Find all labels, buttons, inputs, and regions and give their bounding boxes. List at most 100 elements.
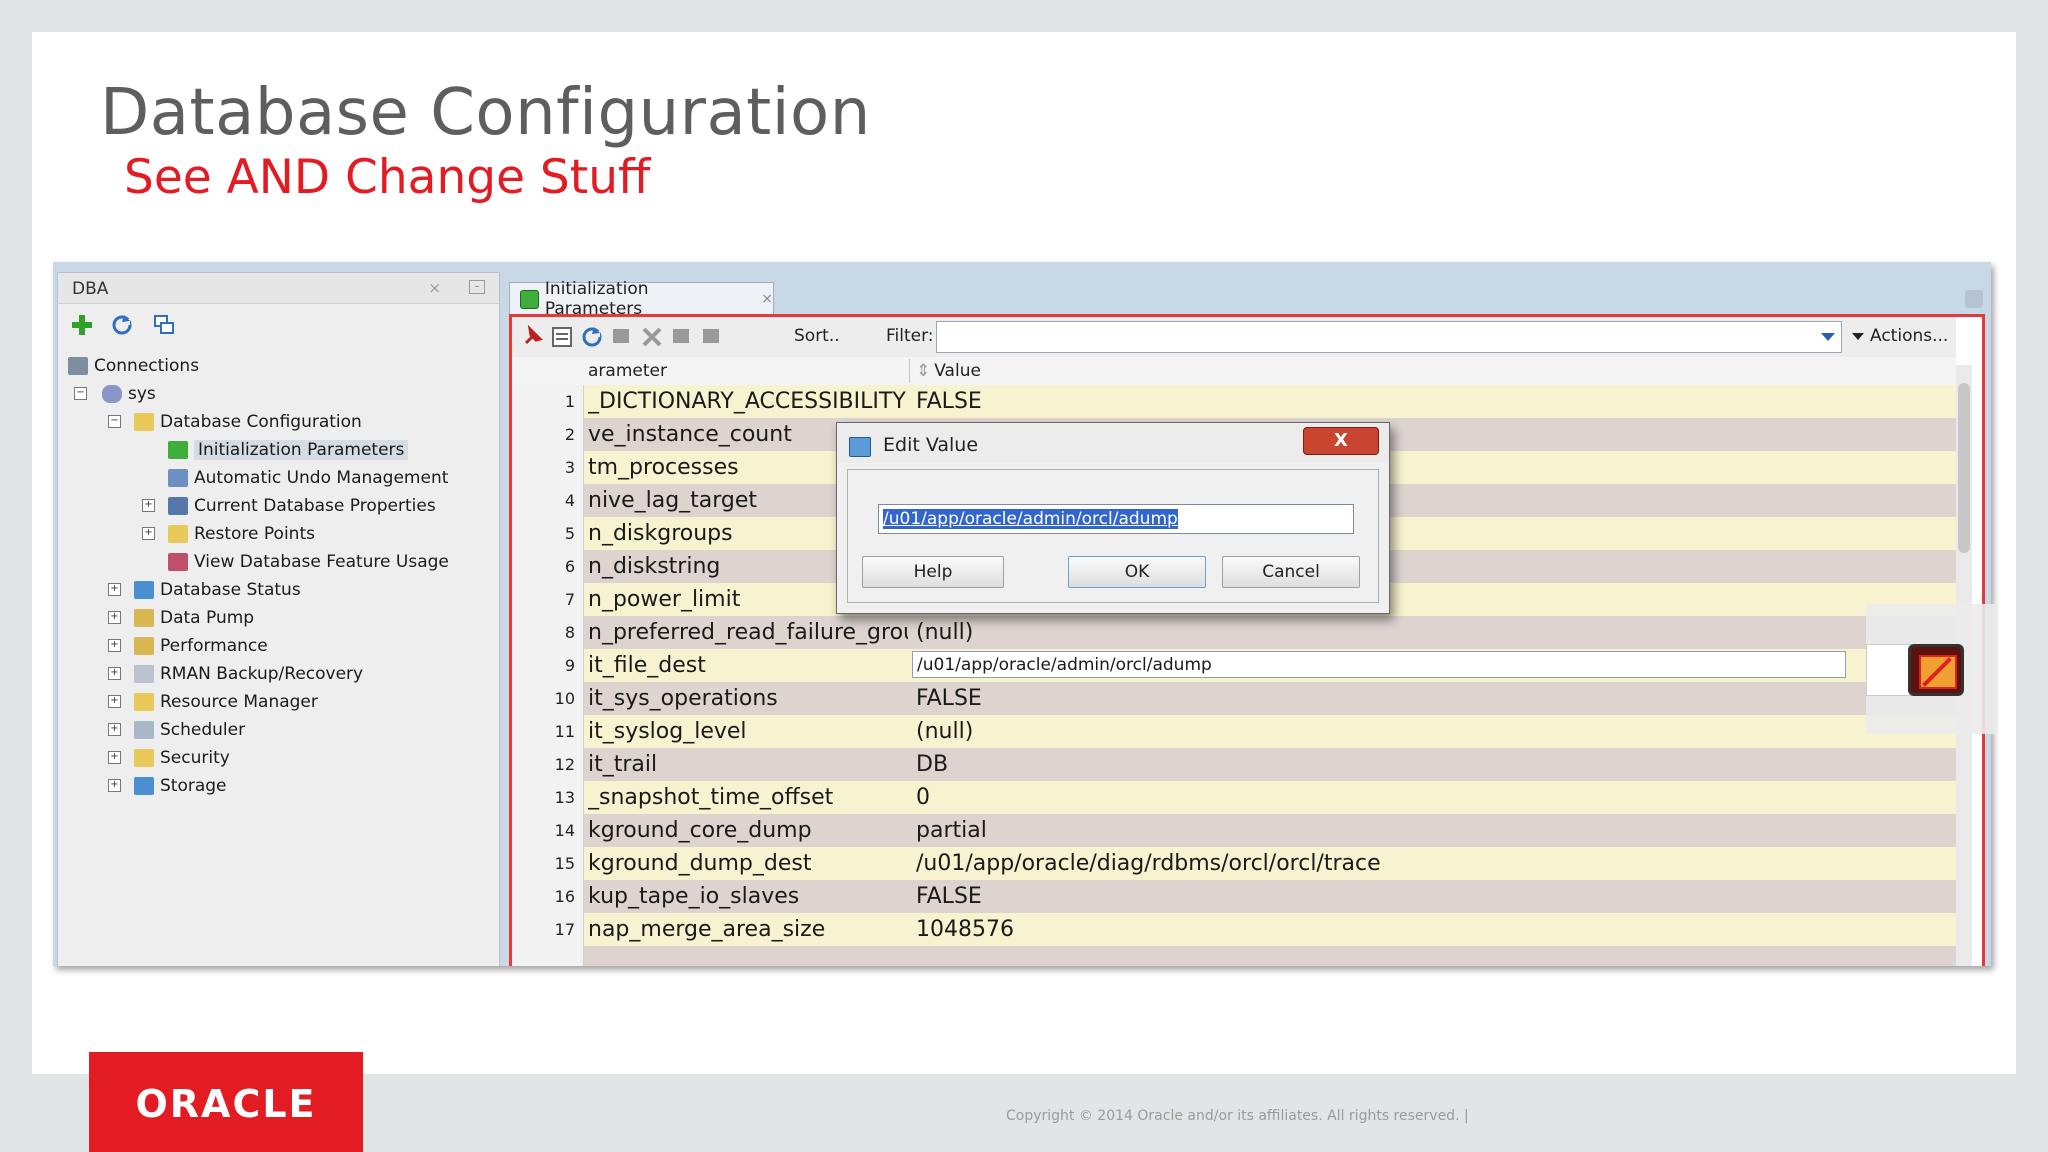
tree-item-data-pump[interactable]: Data Pump xyxy=(134,605,254,631)
close-button[interactable]: X xyxy=(1303,427,1379,455)
scrollbar-thumb[interactable] xyxy=(1958,383,1970,553)
sort-button[interactable]: Sort.. xyxy=(794,326,840,346)
delete-icon[interactable] xyxy=(640,325,664,349)
parameter-value[interactable]: 0 xyxy=(916,785,930,810)
actions-menu[interactable]: Actions... xyxy=(1852,326,1948,346)
close-icon[interactable]: × xyxy=(761,291,773,307)
expand-icon[interactable]: + xyxy=(108,667,121,680)
expand-icon[interactable]: + xyxy=(108,611,121,624)
refresh-icon[interactable] xyxy=(580,325,604,349)
dba-panel-title: DBA xyxy=(72,279,109,299)
rollback-icon[interactable] xyxy=(700,325,724,349)
sql-icon[interactable] xyxy=(550,325,574,349)
collapse-all-icon[interactable] xyxy=(152,313,176,337)
expand-icon[interactable]: + xyxy=(142,499,155,512)
tree-item-view-database-feature-usage[interactable]: View Database Feature Usage xyxy=(168,549,449,575)
expand-icon[interactable]: + xyxy=(108,639,121,652)
help-button[interactable]: Help xyxy=(862,556,1004,588)
dialog-titlebar[interactable]: Edit Value X xyxy=(837,423,1389,463)
tree-item-restore-points[interactable]: Restore Points xyxy=(168,521,315,547)
parameter-name: _snapshot_time_offset xyxy=(588,785,834,810)
tree-item-label: Database Status xyxy=(160,580,301,600)
commit-icon[interactable] xyxy=(670,325,694,349)
parameter-value[interactable]: 1048576 xyxy=(916,917,1014,942)
collapse-icon[interactable]: − xyxy=(108,415,121,428)
expand-icon[interactable]: + xyxy=(108,583,121,596)
expand-icon[interactable]: + xyxy=(108,751,121,764)
table-row[interactable]: 14 kground_core_dump partial xyxy=(512,814,1956,847)
table-row[interactable]: 13 _snapshot_time_offset 0 xyxy=(512,781,1956,814)
oracle-logo: ORACLE xyxy=(89,1052,363,1152)
table-row[interactable]: 16 kup_tape_io_slaves FALSE xyxy=(512,880,1956,913)
table-row-partial[interactable] xyxy=(512,946,1956,966)
status-icon xyxy=(134,581,154,599)
tree-item-current-database-properties[interactable]: Current Database Properties xyxy=(168,493,436,519)
row-number: 9 xyxy=(512,649,584,682)
expand-icon[interactable]: + xyxy=(108,695,121,708)
cancel-button[interactable]: Cancel xyxy=(1222,556,1360,588)
chevron-down-icon[interactable] xyxy=(1821,333,1835,341)
parameter-name: nap_merge_area_size xyxy=(588,917,826,942)
expand-icon[interactable]: + xyxy=(108,723,121,736)
parameter-value[interactable]: DB xyxy=(916,752,948,777)
table-row[interactable]: 1 _DICTIONARY_ACCESSIBILITY FALSE xyxy=(512,385,1956,418)
parameter-value[interactable]: FALSE xyxy=(916,686,982,711)
tree-item-label: View Database Feature Usage xyxy=(194,552,449,572)
tree-item-security[interactable]: Security xyxy=(134,745,230,771)
tree-item-label: Resource Manager xyxy=(160,692,318,712)
expand-icon[interactable]: + xyxy=(142,527,155,540)
edit-value-button[interactable] xyxy=(1908,644,1964,696)
collapse-icon[interactable]: − xyxy=(74,387,87,400)
pin-icon[interactable] xyxy=(520,325,544,349)
table-row[interactable]: 11 it_syslog_level (null) xyxy=(512,715,1956,748)
dialog-title: Edit Value xyxy=(883,434,979,456)
parameter-value[interactable]: partial xyxy=(916,818,987,843)
tree-item-label: sys xyxy=(128,384,156,404)
table-row[interactable]: 15 kground_dump_dest/u01/app/oracle/diag/… xyxy=(512,847,1956,880)
table-row[interactable]: 12 it_trail DB xyxy=(512,748,1956,781)
tree-item-resource-manager[interactable]: Resource Manager xyxy=(134,689,318,715)
edit-icon xyxy=(1919,655,1957,689)
chart-icon xyxy=(168,553,188,571)
tree-item-database-status[interactable]: Database Status xyxy=(134,577,301,603)
parameter-value[interactable]: /u01/app/oracle/diag/rdbms/orcl/orcl/tra… xyxy=(916,851,1381,876)
tree-item-label: Current Database Properties xyxy=(194,496,436,516)
parameter-value[interactable]: (null) xyxy=(916,620,973,645)
column-divider[interactable] xyxy=(909,359,910,383)
parameter-name: it_syslog_level xyxy=(588,719,747,744)
tree-item-rman-backup-recovery[interactable]: RMAN Backup/Recovery xyxy=(134,661,363,687)
tree-item-storage[interactable]: Storage xyxy=(134,773,227,799)
minimize-icon[interactable]: – xyxy=(469,280,485,294)
tree-item-automatic-undo-management[interactable]: Automatic Undo Management xyxy=(168,465,448,491)
column-header-value[interactable]: Value xyxy=(916,361,981,381)
table-row[interactable]: 10 it_sys_operations FALSE xyxy=(512,682,1956,715)
expand-icon[interactable]: + xyxy=(108,779,121,792)
parameter-value[interactable]: FALSE xyxy=(916,884,982,909)
insert-row-icon[interactable] xyxy=(610,325,634,349)
tree-item-database-configuration[interactable]: Database Configuration xyxy=(134,409,362,435)
ok-button[interactable]: OK xyxy=(1068,556,1206,588)
parameter-name: n_preferred_read_failure_groups xyxy=(588,620,908,645)
close-icon[interactable]: × xyxy=(428,279,441,297)
slide-subtitle: See AND Change Stuff xyxy=(124,150,651,205)
value-edit-cell[interactable]: /u01/app/oracle/admin/orcl/adump xyxy=(912,651,1846,678)
tree-item-performance[interactable]: Performance xyxy=(134,633,268,659)
row-number: 4 xyxy=(512,484,584,517)
parameter-value[interactable]: FALSE xyxy=(916,389,982,414)
tab-list-button[interactable] xyxy=(1965,290,1983,308)
add-connection-icon[interactable] xyxy=(70,313,94,337)
filter-input[interactable] xyxy=(936,321,1842,353)
table-row[interactable]: 17 nap_merge_area_size 1048576 xyxy=(512,913,1956,946)
column-header-parameter[interactable]: arameter xyxy=(588,361,667,381)
table-row[interactable]: 9 it_file_dest/u01/app/oracle/admin/orcl/… xyxy=(512,649,1956,682)
value-input[interactable]: /u01/app/oracle/admin/orcl/adump xyxy=(878,504,1354,534)
tree-item-connections[interactable]: Connections xyxy=(68,353,199,379)
table-row[interactable]: 8 n_preferred_read_failure_groups (null) xyxy=(512,616,1956,649)
parameter-value[interactable]: (null) xyxy=(916,719,973,744)
tree-item-scheduler[interactable]: Scheduler xyxy=(134,717,245,743)
tree-item-sys[interactable]: sys xyxy=(102,381,156,407)
folder-icon xyxy=(134,749,154,767)
tree-item-initialization-parameters[interactable]: Initialization Parameters xyxy=(168,437,409,463)
refresh-icon[interactable] xyxy=(110,313,134,337)
tab-initialization-parameters[interactable]: Initialization Parameters × xyxy=(509,279,774,319)
